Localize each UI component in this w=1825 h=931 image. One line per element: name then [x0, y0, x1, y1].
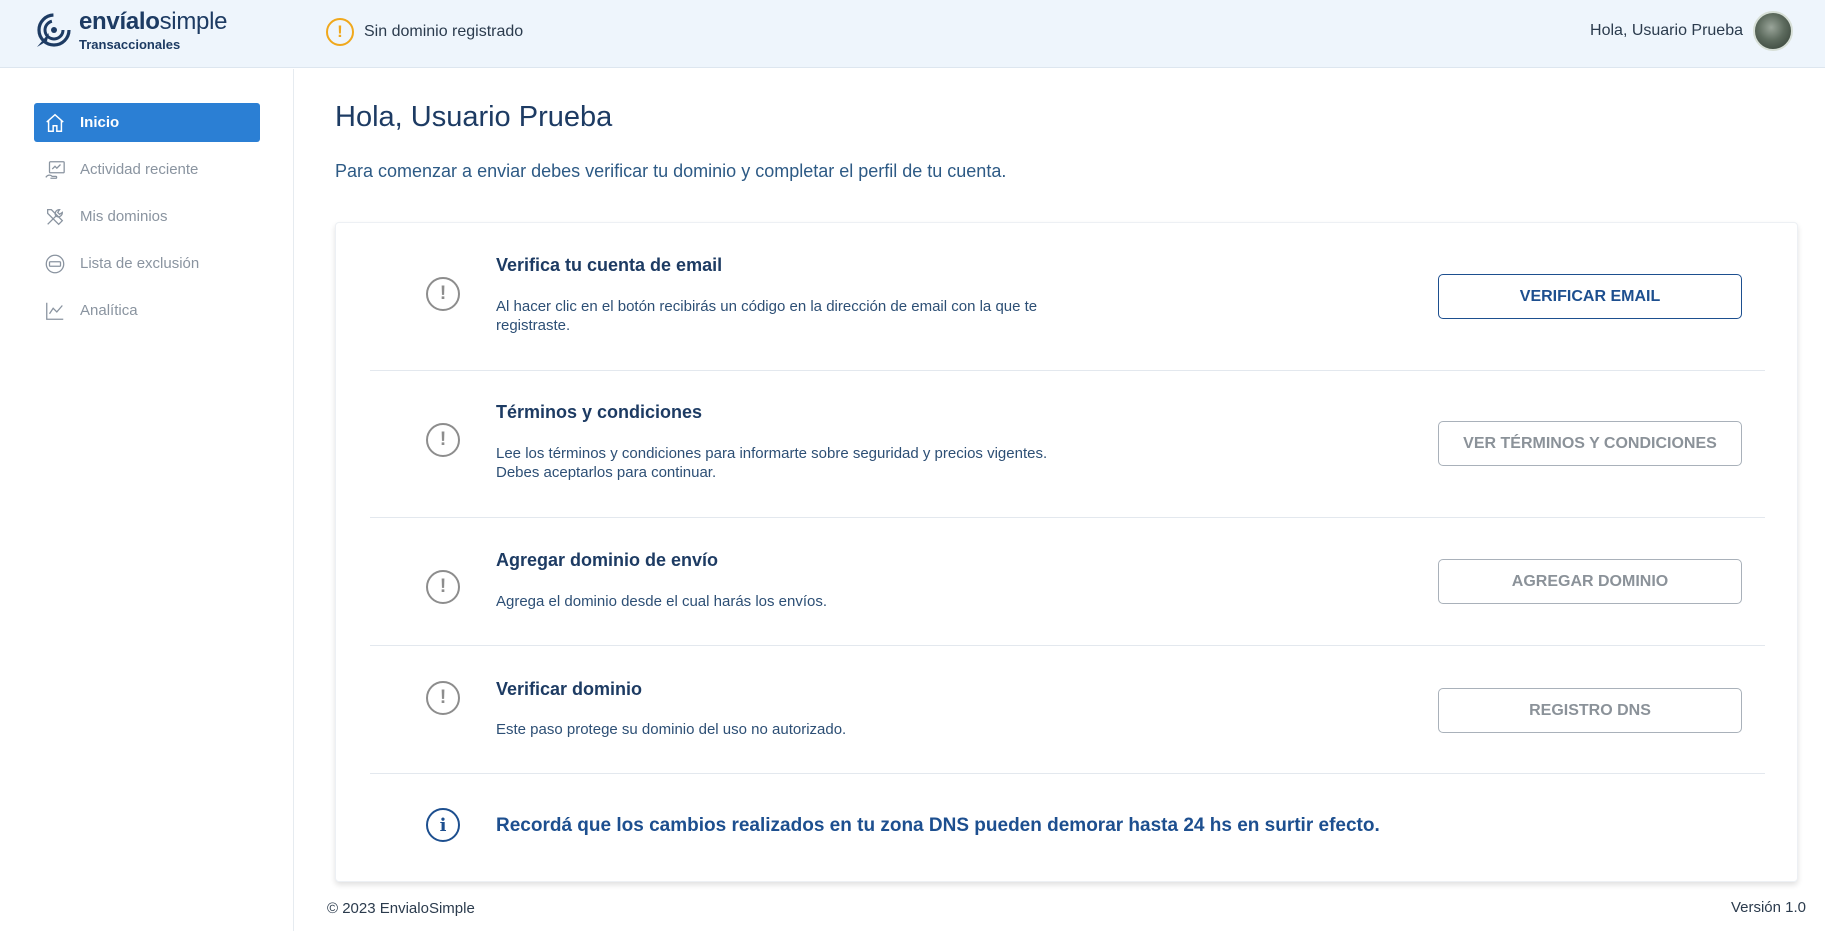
alert-icon: !	[426, 423, 460, 457]
sidebar-item-label: Analítica	[80, 302, 138, 319]
brand-logo[interactable]: envíalosimple Transaccionales	[33, 10, 227, 51]
info-text: Recordá que los cambios realizados en tu…	[496, 815, 1380, 836]
sidebar-item-mis-dominios[interactable]: Mis dominios	[34, 197, 260, 236]
verify-email-button[interactable]: VERIFICAR EMAIL	[1438, 274, 1742, 319]
warning-icon: !	[326, 18, 354, 46]
alert-icon: !	[426, 681, 460, 715]
step-description: Lee los términos y condiciones para info…	[496, 445, 1048, 481]
footer-copyright: © 2023 EnvialoSimple	[327, 900, 475, 917]
sidebar-item-label: Mis dominios	[80, 208, 168, 225]
brand-subtitle: Transaccionales	[79, 37, 181, 52]
top-bar: envíalosimple Transaccionales ! Sin domi…	[0, 0, 1825, 68]
step-description: Este paso protege su dominio del uso no …	[496, 721, 847, 738]
view-terms-button[interactable]: VER TÉRMINOS Y CONDICIONES	[1438, 421, 1742, 466]
sidebar-item-actividad-reciente[interactable]: Actividad reciente	[34, 150, 260, 189]
step-terms: ! Términos y condiciones Lee los término…	[370, 371, 1765, 518]
avatar[interactable]	[1753, 11, 1793, 51]
sidebar-item-inicio[interactable]: Inicio	[34, 103, 260, 142]
blocked-icon	[44, 253, 66, 275]
logo-icon	[37, 12, 71, 47]
brand-name: envíalosimple	[79, 8, 228, 35]
footer-version: Versión 1.0	[1730, 899, 1806, 916]
add-domain-button[interactable]: AGREGAR DOMINIO	[1438, 559, 1742, 604]
alert-icon: !	[426, 277, 460, 311]
step-title: Agregar dominio de envío	[496, 550, 719, 570]
page-subtitle: Para comenzar a enviar debes verificar t…	[335, 161, 1007, 181]
step-verify-domain: ! Verificar dominio Este paso protege su…	[370, 646, 1765, 774]
user-greeting: Hola, Usuario Prueba	[1590, 22, 1743, 39]
info-icon: i	[426, 808, 460, 842]
chart-line-icon	[44, 300, 66, 322]
alert-icon: !	[426, 570, 460, 604]
sidebar-item-label: Lista de exclusión	[80, 255, 200, 272]
sidebar-item-label: Inicio	[80, 114, 120, 131]
domain-warning-text: Sin dominio registrado	[364, 23, 524, 40]
step-title: Verificar dominio	[496, 679, 643, 699]
user-menu[interactable]: Hola, Usuario Prueba	[1590, 11, 1793, 51]
sidebar-item-label: Actividad reciente	[80, 161, 199, 178]
onboarding-card: ! Verifica tu cuenta de email Al hacer c…	[335, 222, 1798, 882]
page-title: Hola, Usuario Prueba	[335, 101, 613, 133]
step-description: Agrega el dominio desde el cual harás lo…	[496, 593, 828, 610]
activity-icon	[44, 159, 66, 181]
dns-record-button[interactable]: REGISTRO DNS	[1438, 688, 1742, 733]
home-icon	[44, 112, 66, 134]
sidebar-item-analitica[interactable]: Analítica	[34, 291, 260, 330]
domain-warning: ! Sin dominio registrado	[326, 18, 523, 46]
dns-info-note: i Recordá que los cambios realizados en …	[370, 774, 1765, 882]
step-title: Términos y condiciones	[496, 402, 703, 422]
sidebar-item-lista-exclusion[interactable]: Lista de exclusión	[34, 244, 260, 283]
step-description: Al hacer clic en el botón recibirás un c…	[496, 298, 1038, 334]
step-verify-email: ! Verifica tu cuenta de email Al hacer c…	[370, 223, 1765, 371]
tools-icon	[44, 206, 66, 228]
step-title: Verifica tu cuenta de email	[496, 255, 723, 275]
sidebar-nav: Inicio Actividad reciente Mis dominios L…	[34, 103, 260, 338]
sidebar: Inicio Actividad reciente Mis dominios L…	[0, 69, 294, 931]
step-add-domain: ! Agregar dominio de envío Agrega el dom…	[370, 518, 1765, 646]
